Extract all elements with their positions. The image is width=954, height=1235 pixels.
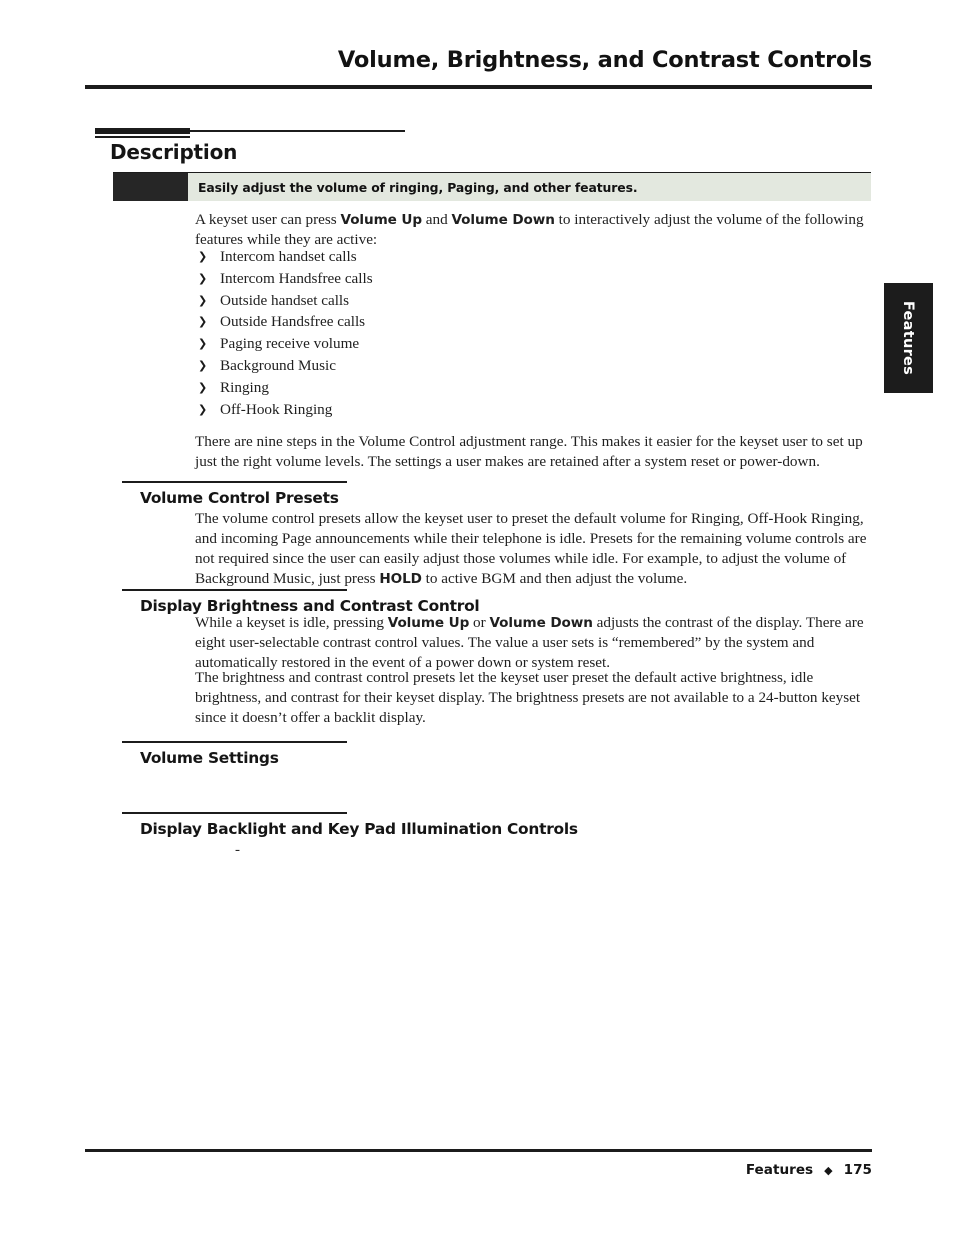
- intro-bold-volume-down: Volume Down: [451, 212, 555, 228]
- thumb-tab-label: Features: [900, 300, 917, 376]
- bullet-arrow-icon: ❯: [198, 380, 208, 394]
- list-item-label: Paging receive volume: [220, 335, 360, 353]
- footer-rule: [85, 1149, 872, 1152]
- brightness-text-part-1: While a keyset is idle, pressing: [195, 614, 388, 631]
- list-item: ❯ Paging receive volume: [196, 333, 796, 355]
- nine-steps-paragraph: There are nine steps in the Volume Contr…: [195, 433, 863, 471]
- section-heading-description: Description: [110, 140, 238, 164]
- list-item-label: Ringing: [220, 378, 269, 396]
- brightness-paragraph-2: The brightness and contrast control pres…: [195, 669, 861, 727]
- subsection-heading-label: Volume Control Presets: [140, 489, 339, 507]
- heading-bar-thick: [95, 128, 190, 134]
- presets-text-part-2: to active BGM and then adjust the volume…: [421, 570, 688, 588]
- page-title: Volume, Brightness, and Contrast Control…: [337, 47, 872, 73]
- callout-banner: Easily adjust the volume of ringing, Pag…: [113, 172, 871, 201]
- subsection-rule: [122, 741, 347, 743]
- page-footer: Features ◆ 175: [85, 1162, 872, 1178]
- footer-page-number: 175: [843, 1162, 872, 1178]
- subsection-rule: [122, 812, 347, 814]
- list-item-label: Outside Handsfree calls: [220, 313, 366, 331]
- bullet-arrow-icon: ❯: [198, 293, 208, 307]
- subsection-heading-label: Volume Settings: [140, 749, 279, 767]
- header-rule: [85, 85, 872, 89]
- intro-bold-volume-up: Volume Up: [340, 212, 423, 228]
- bullet-arrow-icon: ❯: [198, 402, 208, 416]
- list-item: ❯ Intercom Handsfree calls: [196, 268, 796, 290]
- bullet-arrow-icon: ❯: [198, 315, 208, 329]
- list-item-label: Intercom Handsfree calls: [220, 269, 373, 287]
- subsection-heading-label: Display Backlight and Key Pad Illuminati…: [140, 820, 578, 838]
- brightness-text-part-2: or: [469, 614, 490, 631]
- intro-text-part-1: A keyset user can press: [195, 211, 341, 228]
- bullet-arrow-icon: ❯: [198, 250, 208, 263]
- subsection-rule: [122, 589, 347, 591]
- bullet-arrow-icon: ❯: [198, 358, 208, 372]
- list-item-label: Outside handset calls: [220, 291, 350, 309]
- callout-banner-block: [113, 173, 188, 201]
- intro-paragraph: A keyset user can press Volume Up and Vo…: [195, 210, 872, 250]
- presets-bold-hold: HOLD: [379, 571, 422, 588]
- brightness-bold-volume-down: Volume Down: [489, 615, 593, 631]
- list-item: ❯ Ringing: [196, 377, 796, 399]
- footer-section-label: Features: [745, 1162, 814, 1178]
- brightness-bold-volume-up: Volume Up: [387, 615, 470, 631]
- list-item-label: Off-Hook Ringing: [220, 400, 333, 418]
- heading-rule-under: [95, 136, 190, 138]
- list-item: ❯ Outside handset calls: [196, 290, 796, 312]
- callout-banner-text: Easily adjust the volume of ringing, Pag…: [198, 179, 638, 195]
- intro-text-part-2: and: [421, 211, 452, 228]
- bullet-arrow-icon: ❯: [198, 337, 208, 351]
- volume-control-presets-paragraph: The volume control presets allow the key…: [195, 509, 872, 589]
- stray-dash-mark: -: [235, 842, 240, 858]
- heading-rule-extension: [190, 130, 405, 132]
- list-item: ❯ Off-Hook Ringing: [196, 399, 796, 421]
- thumb-tab-features: Features: [884, 283, 933, 393]
- list-item: ❯ Outside Handsfree calls: [196, 311, 796, 333]
- subsection-rule: [122, 481, 347, 483]
- brightness-paragraph-1: While a keyset is idle, pressing Volume …: [195, 613, 872, 673]
- list-item-label: Background Music: [220, 356, 336, 374]
- bullet-arrow-icon: ❯: [198, 271, 208, 285]
- list-item: ❯ Intercom handset calls: [196, 246, 796, 268]
- feature-bullet-list: ❯ Intercom handset calls ❯ Intercom Handsfr…: [196, 246, 796, 420]
- diamond-icon: ◆: [824, 1164, 833, 1177]
- list-item-label: Intercom handset calls: [220, 248, 357, 265]
- document-page: Volume, Brightness, and Contrast Control…: [0, 0, 954, 1235]
- list-item: ❯ Background Music: [196, 355, 796, 377]
